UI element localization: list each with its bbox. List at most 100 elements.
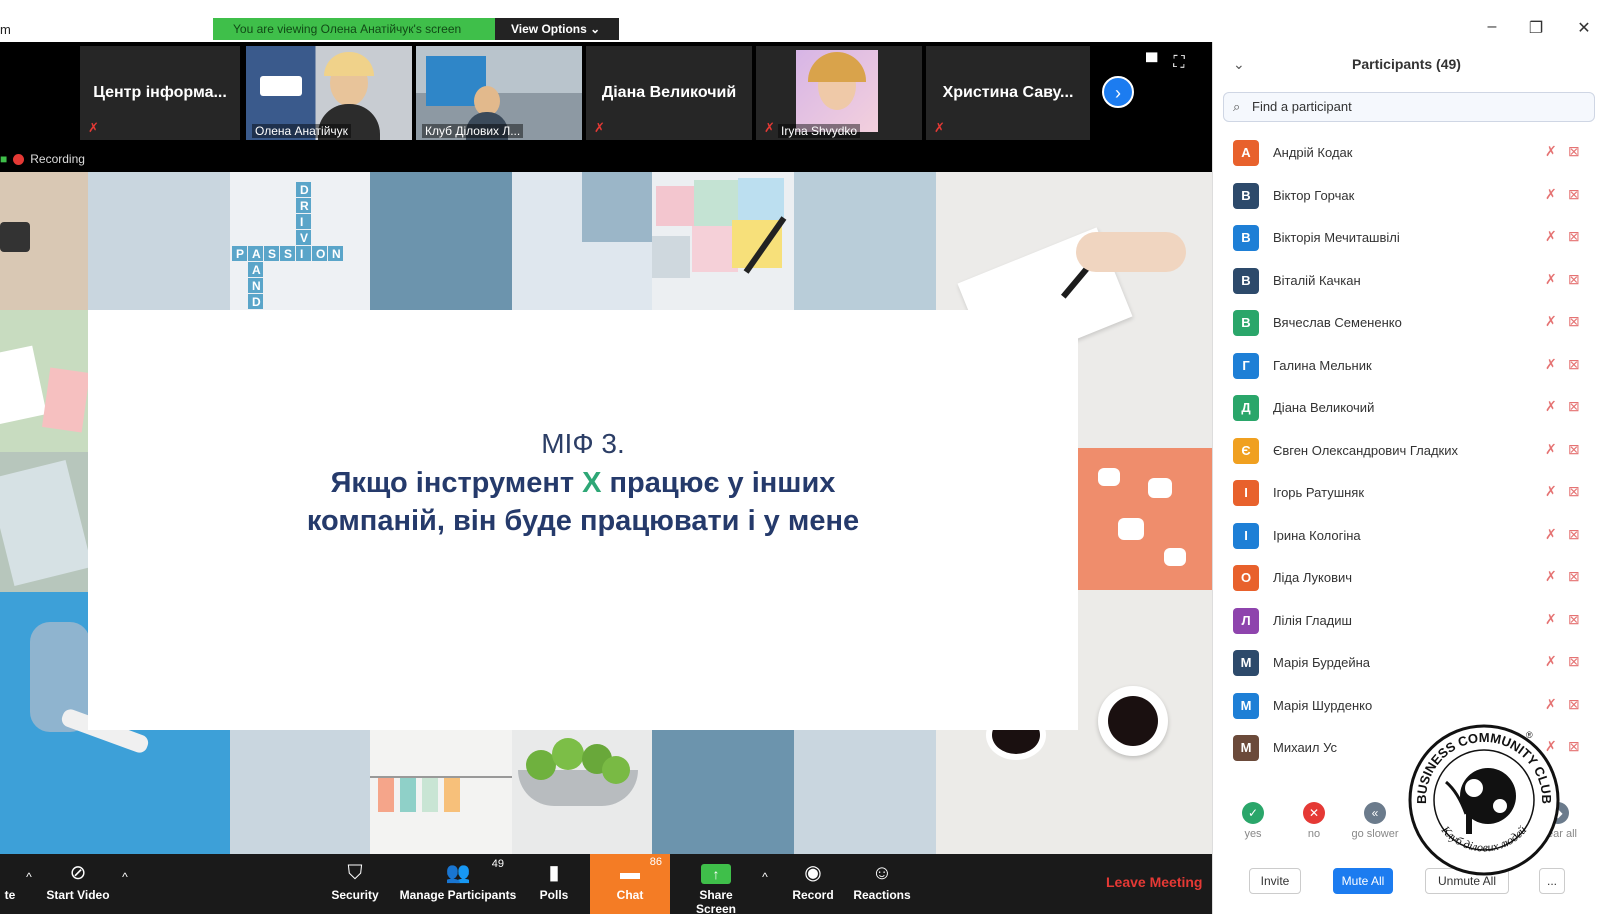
participant-row[interactable]: Є Євген Олександрович Гладких ✗ ⊠ bbox=[1213, 430, 1600, 473]
share-options-caret[interactable]: ^ bbox=[758, 870, 772, 884]
mute-all-button[interactable]: Mute All bbox=[1333, 868, 1393, 894]
mic-muted-icon[interactable]: ✗ bbox=[1545, 356, 1557, 373]
meeting-toolbar: te ^ ⊘ Start Video ^ ⛉ Security 👥 49 Man… bbox=[0, 854, 1212, 914]
start-video-button[interactable]: ⊘ Start Video bbox=[44, 860, 112, 902]
video-off-icon[interactable]: ⊠ bbox=[1568, 356, 1580, 373]
video-off-icon[interactable]: ⊠ bbox=[1568, 568, 1580, 585]
video-off-icon[interactable]: ⊠ bbox=[1568, 228, 1580, 245]
letter-tile bbox=[296, 214, 311, 229]
shared-screen: PASSIONDRIVAND МІФ 3. Якщо інструмент Х … bbox=[0, 172, 1212, 854]
participant-row[interactable]: М Марія Бурдейна ✗ ⊠ bbox=[1213, 642, 1600, 685]
tile-letter: S bbox=[268, 247, 276, 261]
mic-muted-icon[interactable]: ✗ bbox=[1545, 653, 1557, 670]
mic-muted-icon[interactable]: ✗ bbox=[1545, 526, 1557, 543]
slide-color-tile bbox=[512, 172, 652, 310]
tile-letter: I bbox=[300, 247, 303, 261]
video-off-icon[interactable]: ⊠ bbox=[1568, 526, 1580, 543]
avatar: І bbox=[1233, 480, 1259, 506]
thumbnail-tile[interactable]: Діана Великочий ✗ bbox=[586, 46, 752, 140]
participant-row[interactable]: І Ірина Кологіна ✗ ⊠ bbox=[1213, 515, 1600, 558]
tile-letter: A bbox=[252, 263, 261, 277]
share-screen-button[interactable]: ↑ Share Screen bbox=[680, 860, 752, 914]
participant-row[interactable]: В Віктор Горчак ✗ ⊠ bbox=[1213, 175, 1600, 218]
video-off-icon[interactable]: ⊠ bbox=[1568, 398, 1580, 415]
feedback-no-button[interactable]: ✕ no bbox=[1284, 802, 1344, 840]
security-button[interactable]: ⛉ Security bbox=[326, 860, 384, 902]
avatar: В bbox=[1233, 267, 1259, 294]
video-off-icon[interactable]: ⊠ bbox=[1568, 186, 1580, 203]
thumbnail-tile[interactable]: Центр інформа... ✗ bbox=[80, 46, 240, 140]
participant-row[interactable]: Л Лілія Гладиш ✗ ⊠ bbox=[1213, 600, 1600, 643]
polls-button[interactable]: ▮ Polls bbox=[534, 860, 574, 902]
participant-row[interactable]: М Марія Шурденко ✗ ⊠ bbox=[1213, 685, 1600, 728]
avatar: Є bbox=[1233, 437, 1259, 464]
participant-row[interactable]: Г Галина Мельник ✗ ⊠ bbox=[1213, 345, 1600, 388]
close-icon[interactable]: ✕ bbox=[1574, 18, 1594, 38]
video-off-icon[interactable]: ⊠ bbox=[1568, 738, 1580, 755]
record-button[interactable]: ◉ Record bbox=[790, 860, 836, 902]
fullscreen-icon[interactable]: ⛶ bbox=[1173, 54, 1184, 72]
mic-muted-icon[interactable]: ✗ bbox=[1545, 696, 1557, 713]
slide-text-highlight: Х bbox=[582, 467, 602, 499]
minimize-icon[interactable]: – bbox=[1482, 18, 1502, 36]
video-off-icon[interactable]: ⊠ bbox=[1568, 441, 1580, 458]
participant-search-input[interactable]: ⌕ Find a participant bbox=[1223, 92, 1595, 122]
mic-muted-icon[interactable]: ✗ bbox=[1545, 611, 1557, 628]
video-off-icon[interactable]: ⊠ bbox=[1568, 611, 1580, 628]
mic-muted-icon[interactable]: ✗ bbox=[1545, 143, 1557, 160]
reactions-button[interactable]: ☺ Reactions bbox=[852, 860, 912, 902]
slide-color-tile bbox=[794, 172, 936, 310]
mic-muted-icon[interactable]: ✗ bbox=[1545, 313, 1557, 330]
video-off-icon[interactable]: ⊠ bbox=[1568, 143, 1580, 160]
slide-text-line: компаній, він буде працювати і у мене bbox=[306, 505, 860, 537]
video-off-icon[interactable]: ⊠ bbox=[1568, 271, 1580, 288]
participant-name: Віталій Качкан bbox=[1273, 272, 1361, 288]
slide-photo-tile bbox=[0, 310, 90, 452]
thumbnail-strip: Центр інформа... ✗ Олена Анатійчук Клуб … bbox=[0, 42, 1212, 142]
mic-muted-icon[interactable]: ✗ bbox=[1545, 186, 1557, 203]
participant-row[interactable]: А Андрій Кодак ✗ ⊠ bbox=[1213, 132, 1600, 175]
video-options-caret[interactable]: ^ bbox=[118, 870, 132, 884]
next-page-button[interactable]: › bbox=[1102, 76, 1134, 108]
thumbnail-tile[interactable]: ✗ Iryna Shvydko bbox=[756, 46, 922, 140]
participant-row[interactable]: О Ліда Лукович ✗ ⊠ bbox=[1213, 557, 1600, 600]
mic-muted-icon[interactable]: ✗ bbox=[1545, 271, 1557, 288]
video-off-icon[interactable]: ⊠ bbox=[1568, 696, 1580, 713]
manage-participants-button[interactable]: 👥 49 Manage Participants bbox=[398, 858, 518, 902]
video-off-icon[interactable]: ⊠ bbox=[1568, 313, 1580, 330]
feedback-yes-button[interactable]: ✓ yes bbox=[1223, 802, 1283, 840]
mute-button[interactable]: te bbox=[0, 860, 20, 902]
slide-color-tile bbox=[370, 172, 512, 310]
mic-muted-icon[interactable]: ✗ bbox=[1545, 483, 1557, 500]
feedback-go-slower-button[interactable]: « go slower bbox=[1345, 802, 1405, 840]
thumbnail-tile[interactable]: Олена Анатійчук bbox=[246, 46, 412, 140]
participant-row[interactable]: І Ігорь Ратушняк ✗ ⊠ bbox=[1213, 472, 1600, 515]
mic-muted-icon[interactable]: ✗ bbox=[1545, 568, 1557, 585]
mic-muted-icon[interactable]: ✗ bbox=[1545, 441, 1557, 458]
participant-row[interactable]: Д Діана Великочий ✗ ⊠ bbox=[1213, 387, 1600, 430]
avatar: М bbox=[1233, 735, 1259, 761]
video-off-icon[interactable]: ⊠ bbox=[1568, 483, 1580, 500]
audio-options-caret[interactable]: ^ bbox=[22, 870, 36, 884]
emoji-icon: ☺ bbox=[871, 862, 893, 884]
mic-muted-icon[interactable]: ✗ bbox=[1545, 228, 1557, 245]
leave-meeting-button[interactable]: Leave Meeting bbox=[1106, 874, 1202, 890]
video-off-icon[interactable]: ⊠ bbox=[1568, 653, 1580, 670]
thumbnail-tile[interactable]: Клуб Ділових Л... bbox=[416, 46, 582, 140]
participant-row[interactable]: В Вікторія Мечиташвілі ✗ ⊠ bbox=[1213, 217, 1600, 260]
restore-icon[interactable]: ❐ bbox=[1526, 18, 1546, 38]
invite-button[interactable]: Invite bbox=[1249, 868, 1301, 894]
mic-muted-icon[interactable]: ✗ bbox=[1545, 398, 1557, 415]
participant-name: Вячеслав Семененко bbox=[1273, 315, 1402, 330]
participants-count-badge: 49 bbox=[491, 858, 504, 870]
recording-dot-icon bbox=[13, 153, 25, 165]
view-options-button[interactable]: View Options ⌄ bbox=[495, 18, 619, 40]
participant-row[interactable]: В Віталій Качкан ✗ ⊠ bbox=[1213, 260, 1600, 303]
thumbnail-tile[interactable]: Христина Саву... ✗ bbox=[926, 46, 1090, 140]
mic-muted-icon: ✗ bbox=[594, 120, 605, 135]
chat-button[interactable]: ▬ 86 Chat bbox=[590, 854, 670, 914]
feedback-icon: « bbox=[1364, 802, 1386, 824]
participant-row[interactable]: В Вячеслав Семененко ✗ ⊠ bbox=[1213, 302, 1600, 345]
slide-heading: МІФ 3. bbox=[541, 428, 625, 459]
gallery-view-icon[interactable]: ▀ bbox=[1146, 54, 1157, 72]
